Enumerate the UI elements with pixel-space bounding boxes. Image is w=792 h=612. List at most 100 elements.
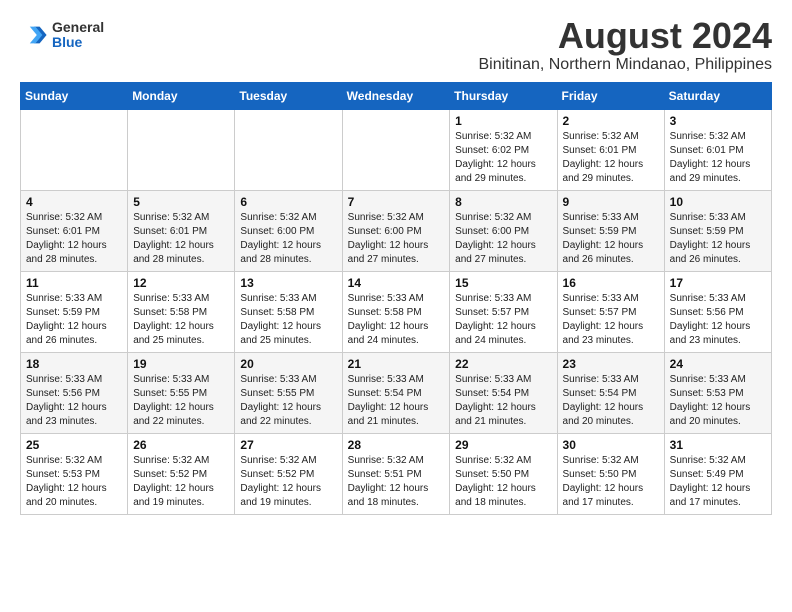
calendar-cell: 19 Sunrise: 5:33 AM Sunset: 5:55 PM Dayli… xyxy=(128,352,235,433)
calendar-week-row: 18Sunrise: 5:33 AM Sunset: 5:56 PM Dayli… xyxy=(21,352,772,433)
day-number: 5 xyxy=(133,195,229,209)
day-info: Sunrise: 5:33 AM Sunset: 5:57 PM Dayligh… xyxy=(455,292,551,348)
day-info: Sunrise: 5:32 AM Sunset: 5:52 PM Dayligh… xyxy=(133,454,229,510)
day-number: 9 xyxy=(563,195,659,209)
day-info: Sunrise: 5:33 AM Sunset: 5:58 PM Dayligh… xyxy=(348,292,445,348)
location-subtitle: Binitinan, Northern Mindanao, Philippine… xyxy=(478,56,772,74)
day-number: 18 xyxy=(26,357,122,371)
day-number: 6 xyxy=(240,195,336,209)
weekday-header-tuesday: Tuesday xyxy=(235,82,342,109)
calendar-cell: 6 Sunrise: 5:32 AM Sunset: 6:00 PM Daylig… xyxy=(235,190,342,271)
calendar-cell: 23 Sunrise: 5:33 AM Sunset: 5:54 PM Dayli… xyxy=(557,352,664,433)
day-info: Sunrise: 5:32 AM Sunset: 5:51 PM Dayligh… xyxy=(348,454,445,510)
day-number: 17 xyxy=(670,276,766,290)
weekday-header-saturday: Saturday xyxy=(664,82,771,109)
title-section: August 2024 Binitinan, Northern Mindanao… xyxy=(478,16,772,74)
calendar-cell: 5 Sunrise: 5:32 AM Sunset: 6:01 PM Daylig… xyxy=(128,190,235,271)
day-info: Sunrise: 5:33 AM Sunset: 5:54 PM Dayligh… xyxy=(348,373,445,429)
logo-icon xyxy=(20,21,48,49)
day-number: 25 xyxy=(26,438,122,452)
calendar-cell: 10 Sunrise: 5:33 AM Sunset: 5:59 PM Dayli… xyxy=(664,190,771,271)
calendar-cell: 20 Sunrise: 5:33 AM Sunset: 5:55 PM Dayli… xyxy=(235,352,342,433)
day-number: 31 xyxy=(670,438,766,452)
calendar-cell: 22 Sunrise: 5:33 AM Sunset: 5:54 PM Dayli… xyxy=(450,352,557,433)
weekday-header-sunday: Sunday xyxy=(21,82,128,109)
day-info: Sunrise: 5:33 AM Sunset: 5:54 PM Dayligh… xyxy=(563,373,659,429)
calendar-week-row: 1Sunrise: 5:32 AM Sunset: 6:02 PM Daylig… xyxy=(21,109,772,190)
calendar-cell: 9Sunrise: 5:33 AM Sunset: 5:59 PM Daylig… xyxy=(557,190,664,271)
calendar-cell: 27 Sunrise: 5:32 AM Sunset: 5:52 PM Dayli… xyxy=(235,433,342,514)
day-number: 7 xyxy=(348,195,445,209)
day-info: Sunrise: 5:32 AM Sunset: 6:00 PM Dayligh… xyxy=(240,211,336,267)
calendar-cell: 3Sunrise: 5:32 AM Sunset: 6:01 PM Daylig… xyxy=(664,109,771,190)
day-info: Sunrise: 5:32 AM Sunset: 6:01 PM Dayligh… xyxy=(26,211,122,267)
day-info: Sunrise: 5:32 AM Sunset: 5:49 PM Dayligh… xyxy=(670,454,766,510)
day-info: Sunrise: 5:33 AM Sunset: 5:53 PM Dayligh… xyxy=(670,373,766,429)
weekday-header-wednesday: Wednesday xyxy=(342,82,450,109)
calendar-cell: 29 Sunrise: 5:32 AM Sunset: 5:50 PM Dayli… xyxy=(450,433,557,514)
weekday-header-monday: Monday xyxy=(128,82,235,109)
day-info: Sunrise: 5:32 AM Sunset: 6:01 PM Dayligh… xyxy=(563,130,659,186)
month-year-title: August 2024 xyxy=(478,16,772,56)
logo-text: General Blue xyxy=(52,20,104,51)
day-number: 19 xyxy=(133,357,229,371)
weekday-header-row: SundayMondayTuesdayWednesdayThursdayFrid… xyxy=(21,82,772,109)
day-number: 4 xyxy=(26,195,122,209)
day-number: 27 xyxy=(240,438,336,452)
day-number: 26 xyxy=(133,438,229,452)
calendar-cell: 8Sunrise: 5:32 AM Sunset: 6:00 PM Daylig… xyxy=(450,190,557,271)
day-number: 22 xyxy=(455,357,551,371)
calendar-cell: 16Sunrise: 5:33 AM Sunset: 5:57 PM Dayli… xyxy=(557,271,664,352)
day-info: Sunrise: 5:33 AM Sunset: 5:59 PM Dayligh… xyxy=(670,211,766,267)
day-info: Sunrise: 5:33 AM Sunset: 5:55 PM Dayligh… xyxy=(240,373,336,429)
day-number: 21 xyxy=(348,357,445,371)
day-info: Sunrise: 5:32 AM Sunset: 6:02 PM Dayligh… xyxy=(455,130,551,186)
day-number: 2 xyxy=(563,114,659,128)
day-info: Sunrise: 5:33 AM Sunset: 5:55 PM Dayligh… xyxy=(133,373,229,429)
day-info: Sunrise: 5:32 AM Sunset: 5:50 PM Dayligh… xyxy=(563,454,659,510)
calendar-body: 1Sunrise: 5:32 AM Sunset: 6:02 PM Daylig… xyxy=(21,109,772,514)
calendar-cell: 25Sunrise: 5:32 AM Sunset: 5:53 PM Dayli… xyxy=(21,433,128,514)
day-number: 20 xyxy=(240,357,336,371)
calendar-cell: 28 Sunrise: 5:32 AM Sunset: 5:51 PM Dayli… xyxy=(342,433,450,514)
calendar-cell: 4 Sunrise: 5:32 AM Sunset: 6:01 PM Daylig… xyxy=(21,190,128,271)
calendar-cell: 11Sunrise: 5:33 AM Sunset: 5:59 PM Dayli… xyxy=(21,271,128,352)
day-info: Sunrise: 5:32 AM Sunset: 6:01 PM Dayligh… xyxy=(133,211,229,267)
calendar-cell: 21 Sunrise: 5:33 AM Sunset: 5:54 PM Dayli… xyxy=(342,352,450,433)
calendar-cell: 7Sunrise: 5:32 AM Sunset: 6:00 PM Daylig… xyxy=(342,190,450,271)
calendar-cell: 12Sunrise: 5:33 AM Sunset: 5:58 PM Dayli… xyxy=(128,271,235,352)
calendar-week-row: 25Sunrise: 5:32 AM Sunset: 5:53 PM Dayli… xyxy=(21,433,772,514)
calendar-cell xyxy=(342,109,450,190)
day-info: Sunrise: 5:33 AM Sunset: 5:54 PM Dayligh… xyxy=(455,373,551,429)
day-number: 10 xyxy=(670,195,766,209)
day-number: 16 xyxy=(563,276,659,290)
calendar-cell: 15 Sunrise: 5:33 AM Sunset: 5:57 PM Dayli… xyxy=(450,271,557,352)
page-header: General Blue August 2024 Binitinan, Nort… xyxy=(20,16,772,74)
calendar-cell xyxy=(235,109,342,190)
calendar-week-row: 11Sunrise: 5:33 AM Sunset: 5:59 PM Dayli… xyxy=(21,271,772,352)
day-number: 28 xyxy=(348,438,445,452)
calendar-week-row: 4 Sunrise: 5:32 AM Sunset: 6:01 PM Daylig… xyxy=(21,190,772,271)
calendar-cell: 30 Sunrise: 5:32 AM Sunset: 5:50 PM Dayli… xyxy=(557,433,664,514)
day-info: Sunrise: 5:33 AM Sunset: 5:59 PM Dayligh… xyxy=(26,292,122,348)
calendar-table: SundayMondayTuesdayWednesdayThursdayFrid… xyxy=(20,82,772,515)
day-info: Sunrise: 5:32 AM Sunset: 5:52 PM Dayligh… xyxy=(240,454,336,510)
day-number: 12 xyxy=(133,276,229,290)
calendar-cell: 2 Sunrise: 5:32 AM Sunset: 6:01 PM Daylig… xyxy=(557,109,664,190)
day-number: 13 xyxy=(240,276,336,290)
day-number: 23 xyxy=(563,357,659,371)
calendar-header: SundayMondayTuesdayWednesdayThursdayFrid… xyxy=(21,82,772,109)
logo-blue-label: Blue xyxy=(52,35,104,50)
day-info: Sunrise: 5:32 AM Sunset: 6:01 PM Dayligh… xyxy=(670,130,766,186)
calendar-cell: 24Sunrise: 5:33 AM Sunset: 5:53 PM Dayli… xyxy=(664,352,771,433)
day-info: Sunrise: 5:32 AM Sunset: 5:50 PM Dayligh… xyxy=(455,454,551,510)
day-number: 15 xyxy=(455,276,551,290)
calendar-cell: 14Sunrise: 5:33 AM Sunset: 5:58 PM Dayli… xyxy=(342,271,450,352)
day-info: Sunrise: 5:33 AM Sunset: 5:56 PM Dayligh… xyxy=(670,292,766,348)
calendar-cell xyxy=(21,109,128,190)
calendar-cell: 26 Sunrise: 5:32 AM Sunset: 5:52 PM Dayli… xyxy=(128,433,235,514)
day-number: 29 xyxy=(455,438,551,452)
day-number: 30 xyxy=(563,438,659,452)
calendar-cell: 1Sunrise: 5:32 AM Sunset: 6:02 PM Daylig… xyxy=(450,109,557,190)
logo-general-label: General xyxy=(52,20,104,35)
